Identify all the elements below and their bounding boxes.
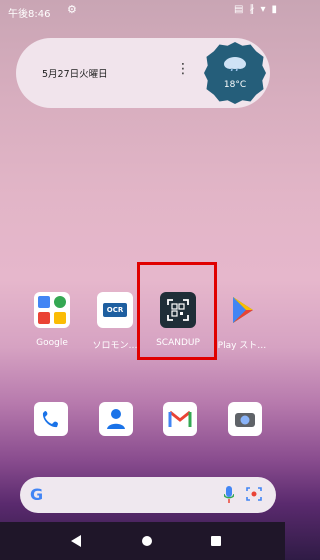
chrome-icon (53, 296, 66, 308)
more-vert-icon[interactable]: ⋮ (176, 62, 190, 76)
google-app-icon (38, 296, 50, 308)
gear-icon: ⚙ (67, 3, 77, 16)
at-a-glance-widget[interactable]: 5月27日火曜日 ⋮ 18°C (16, 38, 270, 108)
google-folder-icon[interactable] (34, 292, 70, 328)
app-play-store[interactable]: Play スト… (212, 292, 272, 351)
status-icons: ▤ ∦ ▾ ▮ (234, 4, 277, 15)
camera-icon[interactable] (228, 402, 262, 436)
contacts-icon[interactable] (99, 402, 133, 436)
widget-date[interactable]: 5月27日火曜日 (42, 66, 108, 80)
youtube-icon (38, 311, 50, 324)
ocr-icon[interactable]: OCR (97, 292, 133, 328)
phone-icon[interactable] (34, 402, 68, 436)
lens-icon[interactable] (246, 486, 262, 502)
drive-icon (53, 311, 66, 324)
navigation-bar (0, 522, 285, 560)
mic-icon[interactable] (224, 486, 234, 504)
status-time: 午後8:46 (8, 9, 51, 20)
status-bar: 午後8:46 ⚙ ▤ ∦ ▾ ▮ (0, 0, 285, 22)
gmail-icon[interactable] (163, 402, 197, 436)
sim-icon: ▤ (234, 4, 244, 15)
rain-cloud-icon (224, 57, 246, 71)
app-ocr[interactable]: OCR ソロモン… (85, 292, 145, 351)
app-label: Play スト… (217, 341, 267, 351)
home-icon[interactable] (142, 536, 152, 546)
app-google-folder[interactable]: Google (22, 292, 82, 348)
recents-icon[interactable] (211, 536, 221, 546)
google-search-bar[interactable]: G (20, 477, 276, 513)
app-label: Google (36, 338, 68, 348)
weather-badge[interactable]: 18°C (204, 42, 266, 104)
weather-temp: 18°C (223, 80, 247, 90)
google-logo: G (30, 485, 44, 504)
wifi-icon: ▾ (260, 4, 266, 15)
back-icon[interactable] (71, 535, 81, 547)
battery-icon: ▮ (271, 4, 277, 15)
play-store-icon[interactable] (224, 292, 260, 328)
bluetooth-icon: ∦ (249, 4, 255, 15)
app-label: ソロモン… (92, 341, 138, 351)
highlight-box (137, 262, 217, 360)
